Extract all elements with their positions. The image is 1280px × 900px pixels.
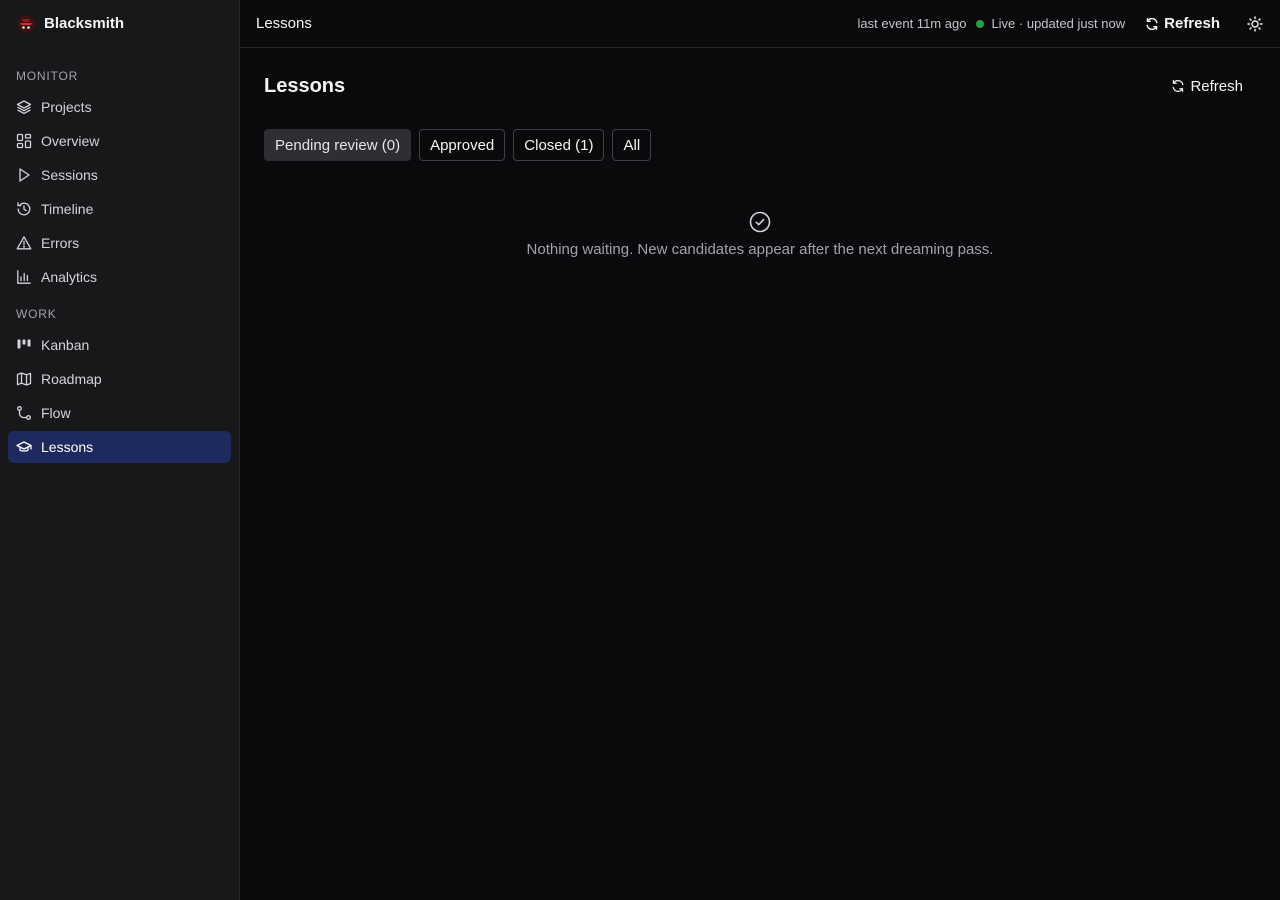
check-circle-icon xyxy=(749,211,771,233)
sidebar-item-overview[interactable]: Overview xyxy=(8,125,231,157)
app-root: Blacksmith MONITOR Projects Overview Ses… xyxy=(0,0,1280,900)
app-name: Blacksmith xyxy=(44,15,125,32)
empty-state-message: Nothing waiting. New candidates appear a… xyxy=(526,241,994,258)
sidebar: Blacksmith MONITOR Projects Overview Ses… xyxy=(0,0,240,900)
sidebar-item-label: Sessions xyxy=(41,167,98,183)
brand[interactable]: Blacksmith xyxy=(0,0,239,47)
main-area: Lessons last event 11m ago Live · update… xyxy=(240,0,1280,900)
last-event-text: last event 11m ago xyxy=(857,16,967,31)
nav-group-monitor: Projects Overview Sessions Timeline Erro… xyxy=(0,91,239,293)
live-status-text: Live · updated just now xyxy=(991,16,1126,31)
sidebar-item-label: Kanban xyxy=(41,337,90,353)
topbar: Lessons last event 11m ago Live · update… xyxy=(240,0,1280,48)
topbar-refresh-button[interactable]: Refresh xyxy=(1143,11,1222,36)
sidebar-item-projects[interactable]: Projects xyxy=(8,91,231,123)
refresh-label: Refresh xyxy=(1190,77,1243,95)
topbar-status: last event 11m ago Live · updated just n… xyxy=(858,11,1264,36)
kanban-icon xyxy=(17,339,31,349)
sidebar-item-timeline[interactable]: Timeline xyxy=(8,193,231,225)
sidebar-item-label: Errors xyxy=(41,235,80,251)
sidebar-item-sessions[interactable]: Sessions xyxy=(8,159,231,191)
page-title: Lessons xyxy=(264,74,346,97)
refresh-icon xyxy=(1173,79,1184,93)
refresh-label: Refresh xyxy=(1164,15,1220,32)
theme-toggle-button[interactable] xyxy=(1246,15,1264,33)
git-flow-icon xyxy=(17,406,31,420)
nav-group-work: Kanban Roadmap Flow Lessons xyxy=(0,329,239,463)
live-indicator-dot xyxy=(976,19,985,28)
history-icon xyxy=(17,202,31,216)
tab-approved[interactable]: Approved xyxy=(419,129,506,161)
play-icon xyxy=(19,168,30,182)
sidebar-item-label: Lessons xyxy=(41,439,94,455)
lesson-filter-tabs: Pending review (0) Approved Closed (1) A… xyxy=(264,129,1256,161)
page-header: Lessons Refresh xyxy=(264,72,1256,100)
blacksmith-logo-icon xyxy=(16,14,36,34)
section-label-monitor: MONITOR xyxy=(16,69,79,83)
layers-icon xyxy=(16,100,32,115)
sidebar-item-label: Analytics xyxy=(41,269,98,285)
bar-chart-icon xyxy=(17,270,31,284)
warning-icon xyxy=(16,236,32,250)
tab-closed[interactable]: Closed (1) xyxy=(513,129,605,161)
lessons-content: Lessons Refresh Pending review (0) Appro… xyxy=(240,48,1280,282)
topbar-title: Lessons xyxy=(256,15,312,32)
sidebar-item-flow[interactable]: Flow xyxy=(8,397,231,429)
sidebar-item-roadmap[interactable]: Roadmap xyxy=(8,363,231,395)
tab-all[interactable]: All xyxy=(612,129,652,161)
sidebar-item-label: Roadmap xyxy=(41,371,102,387)
tab-pending-review[interactable]: Pending review (0) xyxy=(264,129,412,161)
sidebar-item-lessons[interactable]: Lessons xyxy=(8,431,231,463)
sun-icon xyxy=(1247,15,1263,32)
page-refresh-button[interactable]: Refresh xyxy=(1169,74,1245,99)
sidebar-item-label: Projects xyxy=(41,99,92,115)
sidebar-item-kanban[interactable]: Kanban xyxy=(8,329,231,361)
refresh-icon xyxy=(1146,17,1158,30)
dashboard-icon xyxy=(16,133,32,149)
map-icon xyxy=(16,372,32,386)
section-label-work: WORK xyxy=(16,307,57,321)
sidebar-item-label: Flow xyxy=(41,405,71,421)
empty-state: Nothing waiting. New candidates appear a… xyxy=(264,211,1256,258)
graduation-cap-icon xyxy=(16,441,32,452)
sidebar-item-analytics[interactable]: Analytics xyxy=(8,261,231,293)
sidebar-item-label: Timeline xyxy=(41,201,94,217)
sidebar-item-label: Overview xyxy=(41,133,100,149)
sidebar-item-errors[interactable]: Errors xyxy=(8,227,231,259)
